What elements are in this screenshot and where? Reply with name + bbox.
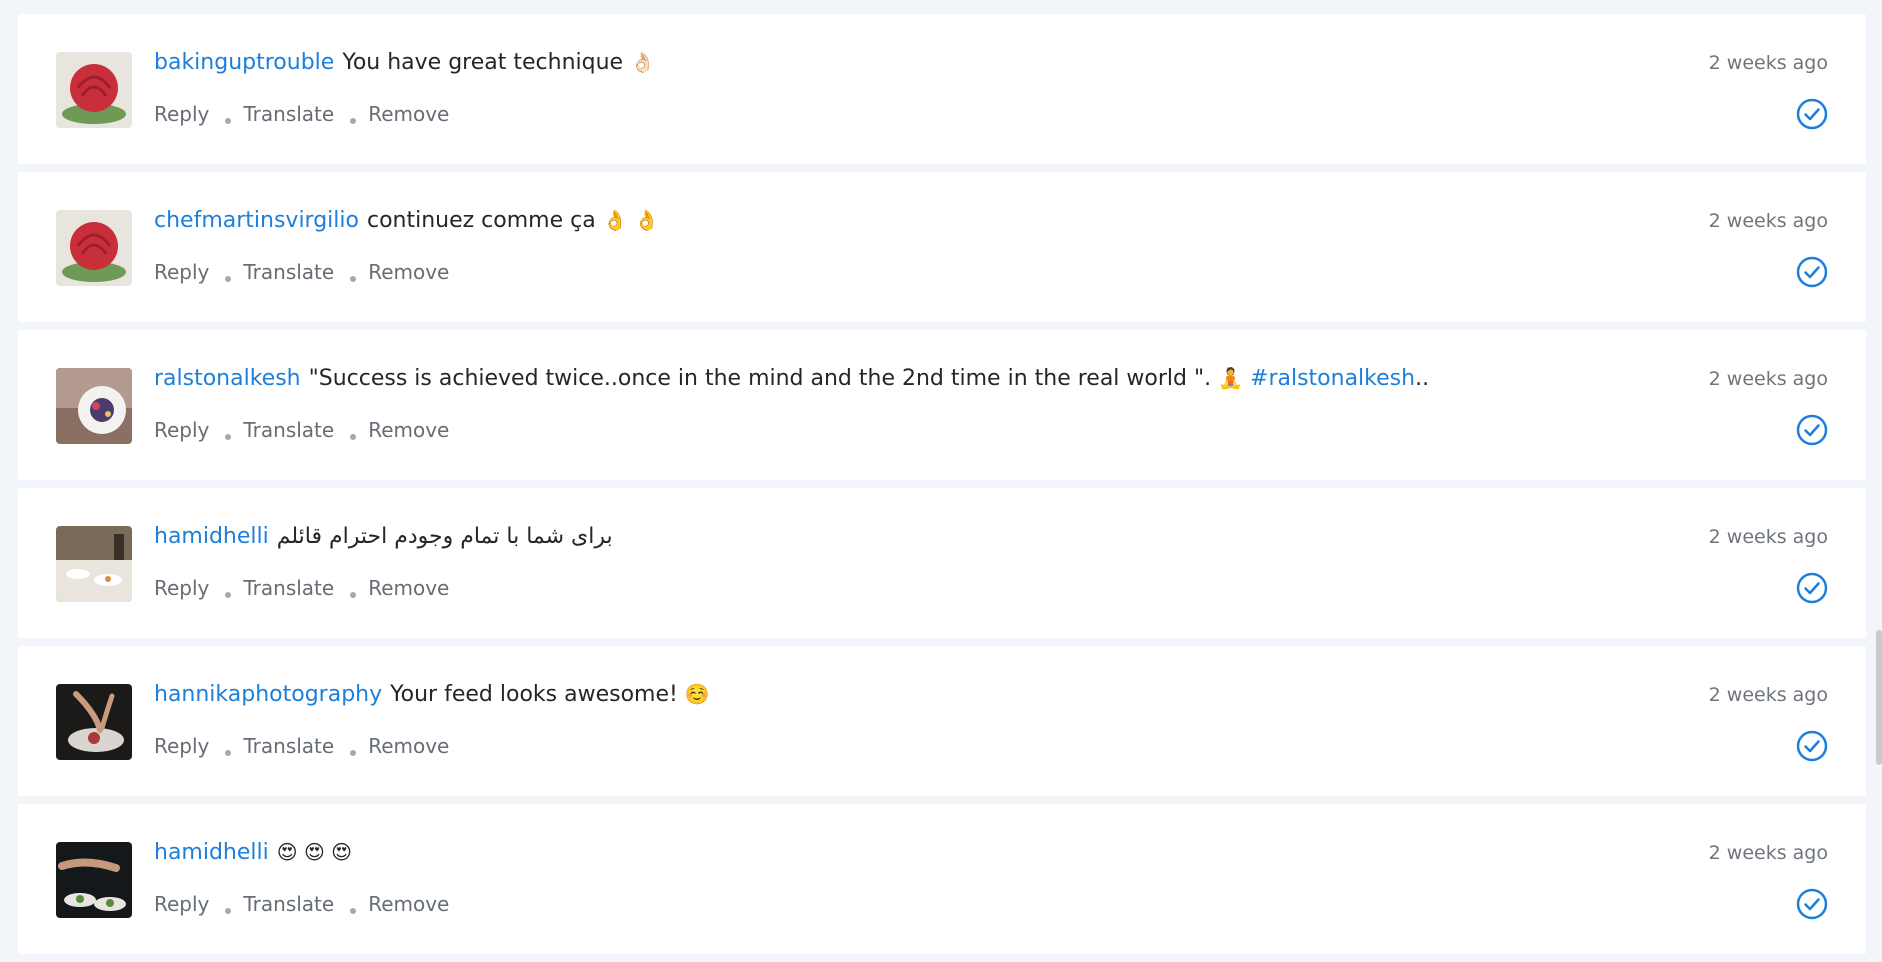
- rose-cake-avatar[interactable]: [56, 210, 132, 286]
- comment-text-line: chefmartinsvirgilio continuez comme ça 👌 …: [154, 208, 659, 233]
- separator-dot: [225, 276, 232, 282]
- comment-text-line: bakinguptrouble You have great technique …: [154, 50, 655, 75]
- translate-button[interactable]: Translate: [243, 102, 334, 126]
- separator-dot: [350, 276, 357, 282]
- comment-body: continuez comme ça: [366, 208, 596, 233]
- comment-body: Your feed looks awesome!: [390, 682, 678, 707]
- separator-dot: [350, 750, 357, 756]
- comment-username[interactable]: bakinguptrouble: [154, 50, 334, 75]
- comment-timestamp: 2 weeks ago: [1708, 684, 1828, 706]
- comment-actions: Reply Translate Remove: [154, 418, 449, 442]
- reply-button[interactable]: Reply: [154, 260, 209, 284]
- comment-username[interactable]: chefmartinsvirgilio: [154, 208, 359, 233]
- check-circle-icon[interactable]: [1796, 256, 1828, 288]
- comment-actions: Reply Translate Remove: [154, 892, 449, 916]
- translate-button[interactable]: Translate: [243, 892, 334, 916]
- comment-card: ralstonalkesh "Success is achieved twice.…: [18, 330, 1866, 480]
- chef-hands-avatar[interactable]: [56, 842, 132, 918]
- comment-card: hamidhelli برای شما با تمام وجودم احترام …: [18, 488, 1866, 638]
- separator-dot: [350, 908, 357, 914]
- comment-timestamp: 2 weeks ago: [1708, 210, 1828, 232]
- check-circle-icon[interactable]: [1796, 414, 1828, 446]
- comment-timestamp: 2 weeks ago: [1708, 368, 1828, 390]
- scrollbar-thumb[interactable]: [1876, 630, 1882, 765]
- rose-cake-avatar[interactable]: [56, 52, 132, 128]
- separator-dot: [225, 908, 232, 914]
- separator-dot: [350, 434, 357, 440]
- remove-button[interactable]: Remove: [368, 418, 449, 442]
- comment-username[interactable]: hamidhelli: [154, 524, 269, 549]
- check-circle-icon[interactable]: [1796, 730, 1828, 762]
- reply-button[interactable]: Reply: [154, 576, 209, 600]
- comment-timestamp: 2 weeks ago: [1708, 52, 1828, 74]
- comment-username[interactable]: ralstonalkesh: [154, 366, 301, 391]
- remove-button[interactable]: Remove: [368, 102, 449, 126]
- comment-emoji: 😍 😍 😍: [276, 840, 353, 864]
- comment-hashtag[interactable]: #ralstonalkesh: [1250, 366, 1415, 391]
- comment-username[interactable]: hamidhelli: [154, 840, 269, 865]
- reply-button[interactable]: Reply: [154, 734, 209, 758]
- check-circle-icon[interactable]: [1796, 888, 1828, 920]
- comment-emoji: 👌 👌: [602, 208, 659, 232]
- scrollbar[interactable]: [1870, 0, 1882, 940]
- separator-dot: [350, 592, 357, 598]
- comment-suffix: ..: [1415, 366, 1430, 391]
- comment-username[interactable]: hannikaphotography: [154, 682, 382, 707]
- comment-timestamp: 2 weeks ago: [1708, 842, 1828, 864]
- comment-text-line: hamidhelli 😍 😍 😍: [154, 840, 352, 865]
- comment-card: bakinguptrouble You have great technique …: [18, 14, 1866, 164]
- translate-button[interactable]: Translate: [243, 260, 334, 284]
- comment-emoji: 🧘: [1218, 366, 1244, 390]
- comment-body: You have great technique: [342, 50, 624, 75]
- separator-dot: [350, 118, 357, 124]
- chef-plating-avatar[interactable]: [56, 684, 132, 760]
- comment-body: برای شما با تمام وجودم احترام قائلم: [276, 524, 613, 549]
- restaurant-table-avatar[interactable]: [56, 526, 132, 602]
- plated-dish-avatar[interactable]: [56, 368, 132, 444]
- separator-dot: [225, 434, 232, 440]
- comment-actions: Reply Translate Remove: [154, 260, 449, 284]
- comment-actions: Reply Translate Remove: [154, 734, 449, 758]
- remove-button[interactable]: Remove: [368, 260, 449, 284]
- comment-body: "Success is achieved twice..once in the …: [308, 366, 1212, 391]
- check-circle-icon[interactable]: [1796, 572, 1828, 604]
- comment-text-line: hannikaphotography Your feed looks awesom…: [154, 682, 710, 707]
- comment-emoji: 👌🏻: [630, 50, 655, 74]
- check-circle-icon[interactable]: [1796, 98, 1828, 130]
- comment-timestamp: 2 weeks ago: [1708, 526, 1828, 548]
- comment-emoji: ☺️: [684, 682, 710, 706]
- remove-button[interactable]: Remove: [368, 734, 449, 758]
- translate-button[interactable]: Translate: [243, 418, 334, 442]
- translate-button[interactable]: Translate: [243, 734, 334, 758]
- comment-card: hannikaphotography Your feed looks awesom…: [18, 646, 1866, 796]
- comment-actions: Reply Translate Remove: [154, 576, 449, 600]
- translate-button[interactable]: Translate: [243, 576, 334, 600]
- reply-button[interactable]: Reply: [154, 102, 209, 126]
- comment-actions: Reply Translate Remove: [154, 102, 449, 126]
- separator-dot: [225, 592, 232, 598]
- comment-card: hamidhelli 😍 😍 😍 Reply Translate Remove 2 w…: [18, 804, 1866, 954]
- comment-list: bakinguptrouble You have great technique …: [18, 14, 1866, 962]
- comment-text-line: ralstonalkesh "Success is achieved twice.…: [154, 366, 1429, 391]
- separator-dot: [225, 118, 232, 124]
- reply-button[interactable]: Reply: [154, 418, 209, 442]
- comment-card: chefmartinsvirgilio continuez comme ça 👌 …: [18, 172, 1866, 322]
- remove-button[interactable]: Remove: [368, 576, 449, 600]
- comment-text-line: hamidhelli برای شما با تمام وجودم احترام …: [154, 524, 613, 549]
- remove-button[interactable]: Remove: [368, 892, 449, 916]
- separator-dot: [225, 750, 232, 756]
- reply-button[interactable]: Reply: [154, 892, 209, 916]
